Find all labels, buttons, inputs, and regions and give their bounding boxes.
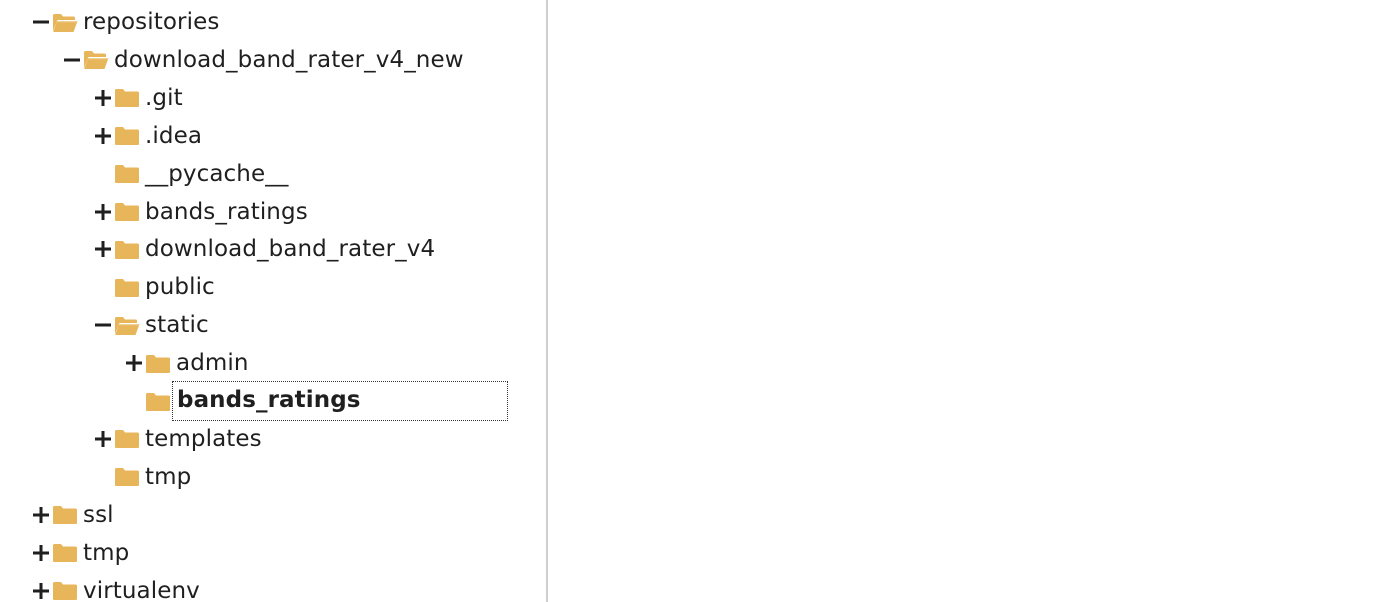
folder-icon [52, 580, 78, 602]
content-panel [548, 0, 1380, 602]
folder-tree-panel: repositories download_band_rater_v4_new .g… [0, 0, 546, 602]
folder-icon [114, 238, 140, 260]
minus-icon[interactable] [93, 315, 113, 335]
folder-open-icon [52, 11, 78, 33]
tree-node-label-selected[interactable]: bands_ratings [172, 381, 508, 421]
plus-icon[interactable] [93, 202, 113, 222]
tree-node-tmp[interactable]: tmp [93, 458, 191, 496]
file-browser: repositories download_band_rater_v4_new .g… [0, 0, 1380, 602]
tree-node-label[interactable]: templates [145, 424, 262, 454]
folder-open-icon [114, 314, 140, 336]
tree-node-label[interactable]: .git [145, 83, 183, 113]
tree-node-bands-ratings[interactable]: bands_ratings [124, 381, 508, 421]
tree-node-idea[interactable]: .idea [93, 117, 202, 155]
folder-icon [114, 87, 140, 109]
tree-node-label[interactable]: bands_ratings [145, 197, 308, 227]
tree-node-label[interactable]: static [145, 310, 209, 340]
folder-icon [114, 428, 140, 450]
tree-node-label[interactable]: download_band_rater_v4 [145, 234, 435, 264]
plus-icon[interactable] [93, 88, 113, 108]
plus-icon[interactable] [31, 581, 51, 601]
folder-icon [52, 504, 78, 526]
tree-node-download-band-rater-v4[interactable]: download_band_rater_v4 [93, 230, 435, 268]
tree-node-static[interactable]: static [93, 306, 209, 344]
folder-icon [114, 163, 140, 185]
tree-node-repositories[interactable]: repositories [31, 3, 219, 41]
tree-node-label[interactable]: .idea [145, 121, 202, 151]
tree-node-tmp[interactable]: tmp [31, 534, 129, 572]
tree-node-public[interactable]: public [93, 268, 215, 306]
tree-node-templates[interactable]: templates [93, 420, 262, 458]
tree-node-git[interactable]: .git [93, 79, 183, 117]
tree-node-label[interactable]: tmp [83, 538, 129, 568]
plus-icon[interactable] [93, 239, 113, 259]
plus-icon[interactable] [93, 126, 113, 146]
tree-node-label[interactable]: repositories [83, 7, 219, 37]
folder-open-icon [83, 49, 109, 71]
minus-icon[interactable] [62, 50, 82, 70]
tree-node-download-band-rater-v4-new[interactable]: download_band_rater_v4_new [62, 41, 464, 79]
folder-icon [145, 390, 171, 412]
minus-icon[interactable] [31, 12, 51, 32]
tree-node-bands-ratings[interactable]: bands_ratings [93, 193, 308, 231]
plus-icon[interactable] [93, 429, 113, 449]
tree-node-label[interactable]: public [145, 272, 215, 302]
plus-icon[interactable] [31, 543, 51, 563]
folder-icon [114, 201, 140, 223]
plus-icon[interactable] [124, 353, 144, 373]
tree-node-label[interactable]: download_band_rater_v4_new [114, 45, 464, 75]
tree-node-label[interactable]: admin [176, 348, 249, 378]
tree-node-label[interactable]: __pycache__ [145, 159, 288, 189]
tree-node-ssl[interactable]: ssl [31, 496, 114, 534]
folder-icon [114, 125, 140, 147]
folder-icon [114, 466, 140, 488]
tree-node-virtualenv[interactable]: virtualenv [31, 572, 200, 602]
folder-icon [52, 542, 78, 564]
tree-node-label[interactable]: virtualenv [83, 576, 200, 602]
tree-node-admin[interactable]: admin [124, 344, 249, 382]
tree-node-label[interactable]: tmp [145, 462, 191, 492]
folder-icon [145, 352, 171, 374]
plus-icon[interactable] [31, 505, 51, 525]
tree-node-pycache[interactable]: __pycache__ [93, 155, 288, 193]
folder-icon [114, 276, 140, 298]
tree-node-label[interactable]: ssl [83, 500, 114, 530]
